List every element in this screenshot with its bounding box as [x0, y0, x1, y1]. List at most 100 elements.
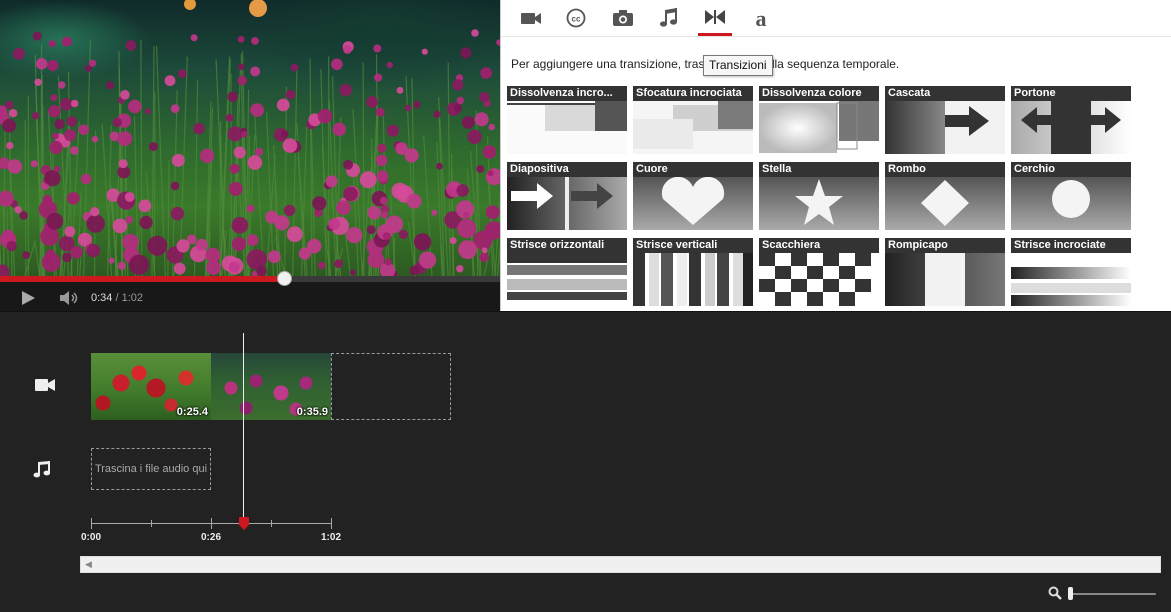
scroll-left-arrow-icon[interactable]: ◀ — [85, 559, 92, 570]
camera-icon — [613, 10, 633, 26]
ruler-tick — [91, 518, 92, 529]
editor-panel: cc a Per aggiungere una transizione, tra… — [500, 0, 1171, 311]
ruler-label: 0:26 — [201, 532, 222, 543]
transition-preview-image — [633, 177, 753, 230]
zoom-slider-track[interactable] — [1068, 593, 1156, 595]
transition-preview-image — [507, 253, 627, 306]
transition-tile[interactable]: Cascata — [885, 86, 1005, 154]
video-track-icon — [34, 377, 56, 398]
clip-duration: 0:35.9 — [296, 406, 328, 418]
transition-label: Strisce incrociate — [1011, 238, 1131, 253]
transition-label: Scacchiera — [759, 238, 879, 253]
transition-tile[interactable]: Diapositiva — [507, 162, 627, 230]
panel-tabbar: cc a — [501, 0, 1171, 37]
transition-tile[interactable]: Scacchiera — [759, 238, 879, 306]
video-tab[interactable] — [514, 0, 548, 36]
bowtie-icon — [705, 9, 725, 24]
transition-label: Diapositiva — [507, 162, 627, 177]
transition-label: Stella — [759, 162, 879, 177]
svg-text:cc: cc — [572, 15, 581, 24]
transition-preview-image — [885, 101, 1005, 154]
empty-clip-slot[interactable] — [331, 353, 451, 420]
time-ruler[interactable]: 0:00 0:26 1:02 — [81, 517, 341, 547]
transition-tile[interactable]: Strisce verticali — [633, 238, 753, 306]
transition-preview-image — [1011, 177, 1131, 230]
transition-label: Cerchio — [1011, 162, 1131, 177]
transition-preview-image — [1011, 253, 1131, 306]
timeline-clip[interactable]: 0:25.4 — [91, 353, 211, 420]
tab-tooltip: Transizioni — [703, 55, 773, 76]
captions-tab[interactable]: cc — [559, 0, 593, 36]
transition-label: Strisce verticali — [633, 238, 753, 253]
progress-bar[interactable] — [0, 271, 500, 286]
video-preview: 0:34 / 1:02 — [0, 0, 500, 311]
ruler-label: 0:00 — [81, 532, 102, 543]
transition-tile[interactable]: Dissolvenza colore — [759, 86, 879, 154]
transition-tile[interactable]: Dissolvenza incro... — [507, 86, 627, 154]
transition-tile[interactable]: Sfocatura incrociata — [633, 86, 753, 154]
progress-fill — [0, 276, 284, 282]
timeline-clip[interactable]: 0:35.9 — [211, 353, 331, 420]
svg-text:a: a — [756, 7, 767, 29]
cc-icon: cc — [566, 8, 586, 28]
time-separator: / — [112, 292, 122, 304]
music-note-icon — [660, 8, 677, 27]
transition-label: Cuore — [633, 162, 753, 177]
transition-preview-image — [507, 101, 627, 154]
timeline: 0:25.4 0:35.9 Trascina i file audio qui … — [0, 311, 1171, 612]
total-time: 1:02 — [121, 292, 144, 304]
transition-tile[interactable]: Cerchio — [1011, 162, 1131, 230]
photos-tab[interactable] — [606, 0, 640, 36]
ruler-tick — [331, 518, 332, 529]
audio-drop-zone[interactable]: Trascina i file audio qui — [91, 448, 211, 490]
letter-a-icon: a — [756, 7, 767, 29]
transition-label: Rompicapo — [885, 238, 1005, 253]
video-camera-icon — [35, 379, 55, 391]
transition-label: Portone — [1011, 86, 1131, 101]
transition-tile[interactable]: Rombo — [885, 162, 1005, 230]
volume-button[interactable] — [58, 290, 80, 306]
transition-preview-image — [759, 177, 879, 230]
video-frame-image — [0, 0, 500, 276]
transitions-tab[interactable] — [698, 0, 732, 36]
time-display: 0:34 / 1:02 — [91, 292, 143, 304]
transition-tile[interactable]: Strisce incrociate — [1011, 238, 1131, 306]
transition-tile[interactable]: Strisce orizzontali — [507, 238, 627, 306]
ruler-tick — [151, 520, 152, 527]
transition-preview-image — [633, 253, 753, 306]
transition-preview-image — [507, 177, 627, 230]
transition-preview-image — [885, 253, 1005, 306]
playhead-marker[interactable] — [238, 517, 250, 531]
transition-preview-image — [759, 253, 879, 306]
transition-label: Sfocatura incrociata — [633, 86, 753, 101]
transition-label: Cascata — [885, 86, 1005, 101]
zoom-slider-handle[interactable] — [1068, 587, 1073, 600]
transition-label: Dissolvenza incro... — [507, 86, 627, 101]
transition-tile[interactable]: Rompicapo — [885, 238, 1005, 306]
transition-preview-image — [759, 101, 879, 154]
ruler-tick — [271, 520, 272, 527]
music-note-icon — [33, 461, 51, 478]
text-tab[interactable]: a — [744, 0, 778, 36]
transitions-grid: Dissolvenza incro... Sfocatura incrociata… — [507, 86, 1137, 310]
play-button[interactable] — [20, 290, 36, 306]
current-time: 0:34 — [91, 292, 113, 304]
transition-preview-image — [1011, 101, 1131, 154]
transition-tile[interactable]: Stella — [759, 162, 879, 230]
speaker-icon — [60, 291, 78, 305]
player-controls: 0:34 / 1:02 — [0, 284, 500, 311]
clip-duration: 0:25.4 — [176, 406, 208, 418]
transition-label: Strisce orizzontali — [507, 238, 627, 253]
timeline-scrollbar[interactable]: ◀ — [80, 556, 1161, 573]
audio-tab[interactable] — [652, 0, 686, 36]
video-frame[interactable] — [0, 0, 500, 276]
transition-tile[interactable]: Portone — [1011, 86, 1131, 154]
transition-tile[interactable]: Cuore — [633, 162, 753, 230]
transition-preview-image — [633, 101, 753, 154]
magnifier-icon — [1048, 586, 1062, 600]
transition-label: Rombo — [885, 162, 1005, 177]
playhead-line — [243, 333, 244, 526]
ruler-label: 1:02 — [321, 532, 342, 543]
audio-track-icon — [33, 460, 53, 485]
transition-label: Dissolvenza colore — [759, 86, 879, 101]
